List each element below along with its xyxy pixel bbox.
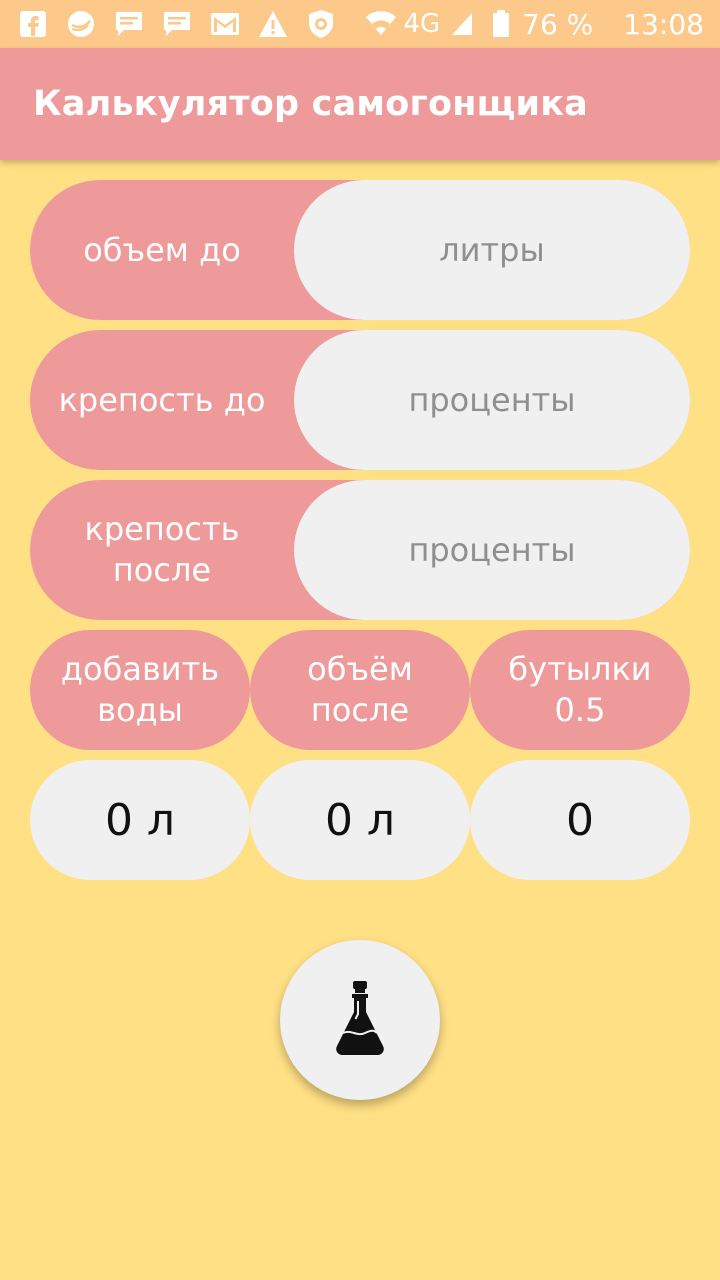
facebook-icon bbox=[18, 9, 48, 39]
clock: 13:08 bbox=[623, 7, 704, 41]
warning-icon bbox=[258, 9, 288, 39]
app-bar: Калькулятор самогонщика bbox=[0, 48, 720, 160]
add-water-value: 0 л bbox=[30, 760, 250, 880]
message-icon bbox=[114, 9, 144, 39]
volume-after-header: объём после bbox=[250, 630, 470, 750]
status-bar: 4G 76 % 13:08 bbox=[0, 0, 720, 48]
volume-after-value: 0 л bbox=[250, 760, 470, 880]
network-type: 4G bbox=[403, 9, 441, 39]
volume-before-label: объем до bbox=[83, 230, 241, 269]
strength-before-row: крепость до bbox=[30, 330, 690, 470]
battery-icon bbox=[492, 10, 510, 38]
flask-icon bbox=[335, 980, 385, 1060]
battery-percent: 76 % bbox=[522, 7, 594, 41]
strength-before-label: крепость до bbox=[58, 380, 266, 419]
bottles-header: бутылки 0.5 bbox=[470, 630, 690, 750]
shield-icon bbox=[306, 9, 336, 39]
add-water-header: добавить воды bbox=[30, 630, 250, 750]
gmail-icon bbox=[210, 9, 240, 39]
signal-icon bbox=[450, 11, 474, 37]
wifi-icon bbox=[365, 11, 397, 37]
volume-before-row: объем до bbox=[30, 180, 690, 320]
message-icon bbox=[162, 9, 192, 39]
bank-app-icon bbox=[66, 9, 96, 39]
strength-before-input[interactable] bbox=[294, 330, 690, 470]
volume-before-input[interactable] bbox=[294, 180, 690, 320]
strength-after-row: крепость после bbox=[30, 480, 690, 620]
bottles-value: 0 bbox=[470, 760, 690, 880]
calculate-button[interactable] bbox=[280, 940, 440, 1100]
page-title: Калькулятор самогонщика bbox=[33, 84, 588, 124]
strength-after-input[interactable] bbox=[294, 480, 690, 620]
strength-after-label: крепость после bbox=[84, 510, 240, 589]
